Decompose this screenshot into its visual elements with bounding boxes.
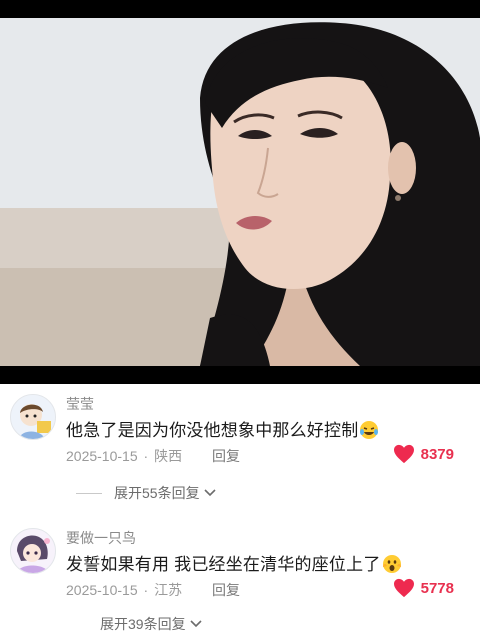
heart-icon [393, 444, 414, 464]
video-player[interactable] [0, 0, 480, 384]
comment-section: 莹莹 他急了是因为你没他想象中那么好控制 2025-10-15 · 陕西 回复 … [0, 384, 480, 640]
comment-date: 2025-10-15 [66, 448, 138, 464]
avatar-anime-image [11, 529, 55, 573]
like-button[interactable]: 5778 [393, 578, 454, 598]
chevron-down-icon [204, 489, 216, 497]
chevron-down-icon [190, 620, 202, 628]
expand-replies-button[interactable]: 展开39条回复 [100, 614, 202, 634]
heart-icon [393, 578, 414, 598]
video-scene-illustration [0, 18, 480, 366]
reply-button[interactable]: 回复 [212, 582, 240, 598]
comment-location: 陕西 [154, 448, 183, 464]
comment-text-content: 他急了是因为你没他想象中那么好控制 [66, 421, 359, 440]
meta-separator: · [143, 582, 149, 598]
comment-username[interactable]: 要做一只鸟 [66, 528, 136, 548]
avatar-cartoon-image [11, 395, 55, 439]
divider-line [76, 492, 102, 494]
comment-date: 2025-10-15 [66, 582, 138, 598]
comment-text[interactable]: 他急了是因为你没他想象中那么好控制 [66, 416, 379, 441]
like-button[interactable]: 8379 [393, 444, 454, 464]
comment-meta: 2025-10-15 · 陕西 回复 [66, 446, 240, 466]
like-count: 5778 [420, 579, 454, 597]
video-frame [0, 18, 480, 366]
expand-replies-button[interactable]: 展开55条回复 [76, 483, 216, 503]
comment-text[interactable]: 发誓如果有用 我已经坐在清华的座位上了 [66, 550, 402, 575]
comment-username[interactable]: 莹莹 [66, 394, 94, 414]
comment-text-content: 发誓如果有用 我已经坐在清华的座位上了 [66, 555, 381, 574]
comment-location: 江苏 [154, 582, 183, 598]
meta-separator: · [143, 448, 149, 464]
rolling-laughing-emoji [360, 421, 379, 439]
expand-replies-label: 展开55条回复 [114, 485, 200, 501]
avatar[interactable] [10, 528, 56, 574]
reply-button[interactable]: 回复 [212, 448, 240, 464]
avatar[interactable] [10, 394, 56, 440]
expand-replies-label: 展开39条回复 [100, 616, 186, 632]
comment-meta: 2025-10-15 · 江苏 回复 [66, 580, 240, 600]
shocked-emoji [382, 555, 401, 573]
like-count: 8379 [420, 445, 454, 463]
